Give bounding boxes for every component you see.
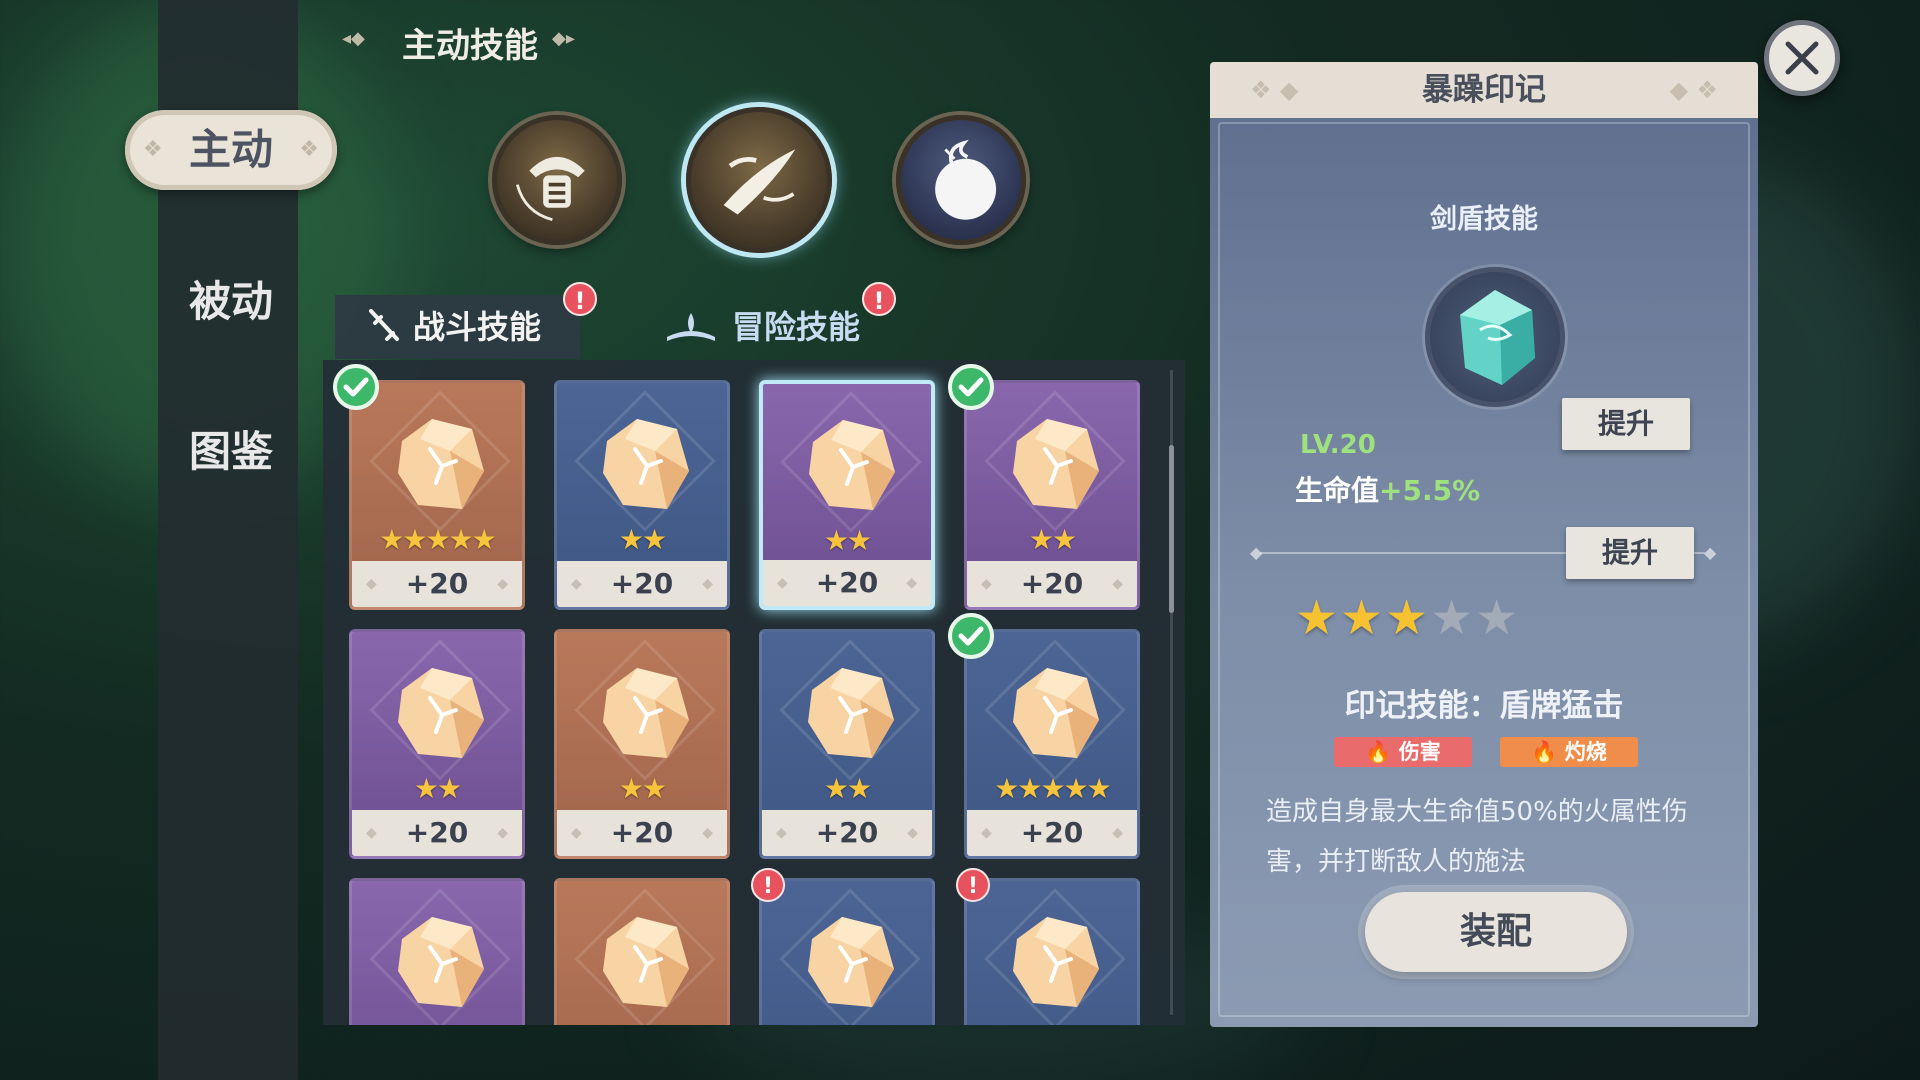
stone-icon [1013,419,1099,509]
tag-burn: 🔥 灼烧 [1500,737,1638,767]
stat-label: 生命值 [1295,474,1380,507]
equipped-check-icon [948,364,994,410]
tab-alert-badge: ! [563,282,597,316]
sword-icon [369,309,399,341]
upgrade-star-button[interactable]: 提升 [1566,527,1694,579]
close-icon [1785,41,1819,75]
star-empty-icon: ★ [1430,590,1476,646]
sidebar-item-label: 图鉴 [188,427,273,476]
mark-star-rating: ★★★★★ [1295,590,1520,646]
skill-slot-sword[interactable] [686,107,832,253]
mark-description: 造成自身最大生命值50%的火属性伤害，并打断敌人的施法 [1266,797,1688,877]
stone-icon [603,917,689,1007]
skill-card[interactable]: ★★ +20 [759,629,935,859]
bomb-icon [935,139,997,220]
tag-label: 伤害 [1398,740,1441,764]
mark-stat: 生命值+5.5% [1295,469,1480,509]
card-bonus: +20 [352,810,522,856]
skill-card[interactable] [759,878,935,1025]
skill-slot-armor[interactable] [492,115,622,245]
skill-card[interactable]: ★★ +20 [964,380,1140,610]
card-stars: ★★ [823,524,872,557]
card-alert-badge: ! [956,868,990,902]
armor-icon [515,156,585,222]
sidebar-item-label: 主动 [188,125,273,174]
card-stars: ★★ [413,772,462,805]
skill-card[interactable] [349,878,525,1025]
header-ornament: ◆ ❖ [1669,76,1718,104]
stone-icon [808,668,894,758]
stat-value: +5.5% [1379,474,1481,507]
card-stars: ★★ [1028,523,1077,556]
card-stars: ★★ [823,772,872,805]
detail-panel: ❖ ◆ 暴躁印记 ◆ ❖ 剑盾技能 LV.20 生命值+5.5% 提升 ◆ ◆ … [1210,62,1758,1027]
tab-combat-skills[interactable]: 战斗技能 [335,295,580,359]
equip-button[interactable]: 装配 [1365,892,1627,972]
stone-icon [398,668,484,758]
tag-damage: 🔥 伤害 [1334,737,1472,767]
skill-card[interactable]: ★★+20 [759,380,935,610]
mark-gem-slot [1425,267,1565,407]
detail-subtitle: 剑盾技能 [1430,204,1538,235]
star-filled-icon: ★ [1340,590,1386,646]
detail-title: 暴躁印记 [1422,72,1546,108]
sword-slash-icon [723,149,796,215]
scrollbar-thumb[interactable] [1169,445,1174,613]
stone-icon [398,419,484,509]
tab-label: 冒险技能 [732,308,861,346]
divider-ornament: ◆ [1704,543,1717,562]
card-bonus: +20 [352,561,522,607]
star-filled-icon: ★ [1295,590,1341,646]
sidebar-item-active[interactable]: 主动 [125,110,337,190]
skill-card[interactable] [964,878,1140,1025]
card-stars: ★★ [618,772,667,805]
stone-icon [603,668,689,758]
skill-grid-panel: ★★★★★+20★★+20★★+20★★+20★★+20★★+20★★+20★★… [323,360,1185,1025]
close-button[interactable] [1764,20,1840,96]
sidebar-item-codex[interactable]: 图鉴 [128,418,334,479]
header-ornament: ❖ ◆ [1250,76,1299,104]
card-stars: ★★ [618,523,667,556]
sidebar-item-label: 被动 [188,277,273,326]
sidebar-item-passive[interactable]: 被动 [128,268,334,329]
mark-skill-name: 印记技能：盾牌猛击 [1344,688,1624,724]
card-bonus: +20 [763,560,931,606]
stone-icon [809,420,895,510]
title-ornament-right: ◆▸ [552,28,575,49]
skill-card[interactable]: ★★ +20 [349,629,525,859]
stone-icon [1013,917,1099,1007]
equipped-check-icon [333,364,379,410]
stone-icon [808,917,894,1007]
skill-slot-bomb[interactable] [896,115,1026,245]
skill-card[interactable]: ★★★★★ +20 [349,380,525,610]
tab-label: 战斗技能 [413,308,542,346]
card-bonus: +20 [557,810,727,856]
mark-level: LV.20 [1300,430,1376,460]
card-bonus: +20 [557,561,727,607]
card-stars: ★★★★★ [379,523,497,556]
card-bonus: +20 [967,561,1137,607]
skill-card[interactable] [554,878,730,1025]
tab-alert-badge: ! [862,282,896,316]
star-filled-icon: ★ [1385,590,1431,646]
card-alert-badge: ! [751,868,785,902]
tag-label: 灼烧 [1564,740,1607,764]
stone-icon [1013,668,1099,758]
skill-card[interactable]: ★★ +20 [554,380,730,610]
detail-header: ❖ ◆ 暴躁印记 ◆ ❖ [1210,62,1758,118]
book-icon [667,313,715,341]
skill-card[interactable]: ★★ +20 [554,629,730,859]
card-bonus: +20 [967,810,1137,856]
skill-card[interactable]: ★★★★★ +20 [964,629,1140,859]
card-stars: ★★★★★ [994,772,1112,805]
stone-icon [603,419,689,509]
card-bonus: +20 [762,810,932,856]
star-empty-icon: ★ [1475,590,1521,646]
stone-icon [398,917,484,1007]
equipped-check-icon [948,613,994,659]
gem-icon [1460,290,1535,385]
upgrade-level-button[interactable]: 提升 [1562,398,1690,450]
